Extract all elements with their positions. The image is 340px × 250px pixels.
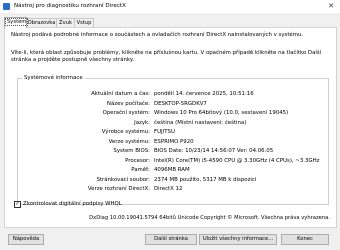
info-row-system-model: Verze systému: ESPRIMO P920 [18, 138, 328, 146]
title-bar: Nástroj pro diagnostiku rozhraní DirectX… [0, 0, 340, 13]
system-info-group: Systémové informace Aktuální datum a čas… [17, 75, 329, 205]
info-label: Verze rozhraní DirectX: [87, 186, 150, 192]
info-value: DirectX 12 [154, 186, 183, 192]
tab-display[interactable]: Obrazovka [26, 18, 57, 27]
tab-sound[interactable]: Zvuk [56, 18, 75, 27]
info-row-language: Jazyk: čeština (Místní nastavení: češtin… [18, 119, 328, 127]
info-row-datetime: Aktuální datum a čas: pondělí 14. červen… [18, 90, 328, 98]
info-value: čeština (Místní nastavení: čeština) [154, 119, 247, 126]
info-row-computer-name: Název počítače: DESKTOP-5RGDKV7 [18, 100, 328, 108]
info-label: Jazyk: [134, 119, 150, 126]
info-label: Operační systém: [102, 110, 150, 116]
info-value: Windows 10 Pro 64bitový (10.0, sestavení… [154, 110, 289, 116]
window-title: Nástroj pro diagnostiku rozhraní DirectX [14, 3, 126, 9]
info-row-manufacturer: Výrobce systému: FUJITSU [18, 128, 328, 136]
info-value: 2374 MB použito, 5317 MB k dispozici [154, 176, 257, 183]
info-row-os: Operační systém: Windows 10 Pro 64bitový… [18, 109, 328, 117]
close-window-icon[interactable]: ✕ [326, 2, 336, 11]
tab-input[interactable]: Vstup [74, 18, 94, 27]
system-tab-panel: Nástroj podává podrobné informace o souč… [4, 27, 337, 228]
info-row-page-file: Stránkovací soubor: 2374 MB použito, 531… [18, 176, 328, 184]
info-label: System BIOS: [113, 148, 150, 154]
info-row-directx-version: Verze rozhraní DirectX: DirectX 12 [18, 185, 328, 193]
save-all-info-button[interactable]: Uložit všechny informace... [199, 234, 277, 245]
info-value: Intel(R) Core(TM) i5-4590 CPU @ 3.30GHz … [154, 157, 320, 164]
instructions-text: Víte-li, která oblast způsobuje problémy… [11, 50, 322, 63]
info-value: ESPRIMO P920 [154, 138, 194, 145]
whql-checkbox-label[interactable]: Zkontrolovat digitální podpisy WHQL [23, 200, 122, 208]
info-value: DESKTOP-5RGDKV7 [154, 100, 207, 107]
info-label: Název počítače: [106, 100, 150, 107]
info-row-processor: Procesor: Intel(R) Core(TM) i5-4590 CPU … [18, 157, 328, 165]
info-value: FUJITSU [154, 129, 175, 135]
info-label: Výrobce systému: [101, 129, 150, 135]
info-value: pondělí 14. července 2025, 10:51:16 [154, 91, 254, 97]
whql-checkbox[interactable]: ✓ [14, 201, 21, 208]
copyright-footer: DxDiag 10.00.19041.5794 64bitů Unicode C… [89, 215, 330, 221]
info-value: BIOS Date: 10/23/14 14:56:07 Ver: 04.06.… [154, 148, 274, 154]
info-label: Paměť: [131, 167, 150, 173]
dxdiag-app-icon [3, 3, 10, 10]
info-label: Aktuální datum a čas: [91, 91, 150, 97]
info-label: Procesor: [125, 157, 150, 164]
tab-system[interactable]: Systém [4, 17, 29, 28]
info-label: Verze systému: [108, 138, 150, 145]
info-label: Stránkovací soubor: [96, 176, 150, 183]
info-row-bios: System BIOS: BIOS Date: 10/23/14 14:56:0… [18, 147, 328, 155]
next-page-button[interactable]: Další stránka [145, 234, 197, 245]
info-value: 4096MB RAM [154, 167, 190, 173]
intro-text: Nástroj podává podrobné informace o souč… [11, 32, 304, 38]
info-row-memory: Paměť: 4096MB RAM [18, 166, 328, 174]
exit-button[interactable]: Konec [281, 234, 329, 245]
system-info-legend: Systémové informace [22, 75, 85, 81]
help-button[interactable]: Nápověda [8, 234, 44, 245]
